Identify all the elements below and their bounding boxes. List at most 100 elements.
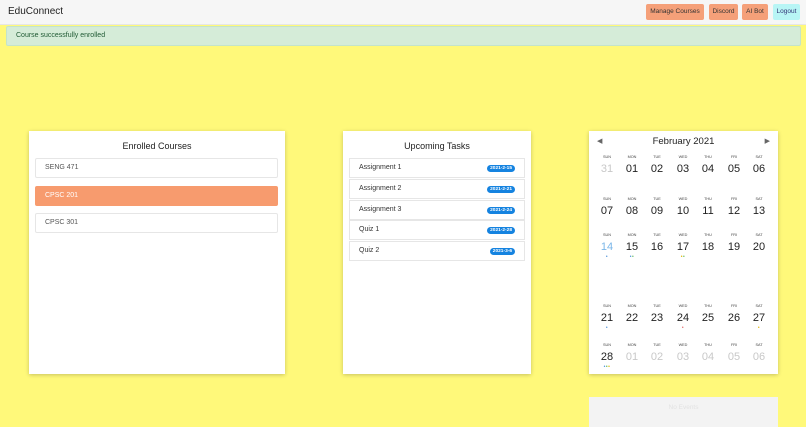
top-navbar: EduConnect Manage Courses Discord AI Bot… xyxy=(0,0,806,25)
task-item[interactable]: Assignment 1 2021-2-15 xyxy=(349,158,525,178)
calendar-day[interactable]: 01 xyxy=(622,351,642,363)
event-indicator-dots: • xyxy=(749,326,769,331)
calendar-day[interactable]: 24 xyxy=(673,312,693,324)
event-dot: • xyxy=(683,254,686,260)
calendar-day[interactable]: 25 xyxy=(698,312,718,324)
calendar-day[interactable]: 06 xyxy=(749,163,769,175)
brand-title[interactable]: EduConnect xyxy=(8,6,63,17)
calendar-card: ◀ February 2021 ▶ No Events SUN 31 MON 01 TU… xyxy=(589,131,778,427)
ai-bot-button[interactable]: AI Bot xyxy=(742,4,768,20)
calendar-day[interactable]: 02 xyxy=(647,163,667,175)
weekday-label: THU xyxy=(704,233,712,237)
calendar-day[interactable]: 01 xyxy=(622,163,642,175)
task-item[interactable]: Assignment 3 2021-2-24 xyxy=(349,200,525,220)
weekday-label: WED xyxy=(678,233,688,237)
weekday-label: FRI xyxy=(730,155,738,159)
weekday-label: WED xyxy=(678,343,688,347)
calendar-day[interactable]: 10 xyxy=(673,205,693,217)
alert-message: Course successfully enrolled xyxy=(16,32,106,39)
calendar-day[interactable]: 04 xyxy=(698,163,718,175)
event-dot: • xyxy=(632,254,635,260)
calendar-day[interactable]: 02 xyxy=(647,351,667,363)
calendar-day[interactable]: 31 xyxy=(597,163,617,175)
weekday-label: TUE xyxy=(653,304,661,308)
weekday-label: SAT xyxy=(755,155,763,159)
no-events-panel: No Events xyxy=(589,397,778,427)
calendar-day[interactable]: 27 xyxy=(749,312,769,324)
task-date-badge: 2021-2-15 xyxy=(487,165,515,172)
weekday-label: TUE xyxy=(653,197,661,201)
event-dot: • xyxy=(608,364,611,370)
weekday-label: SUN xyxy=(602,343,612,347)
calendar-day[interactable]: 15 xyxy=(622,241,642,253)
enrolled-courses-title: Enrolled Courses xyxy=(122,141,192,151)
weekday-label: SUN xyxy=(602,197,612,201)
weekday-label: MON xyxy=(627,197,637,201)
weekday-label: MON xyxy=(627,155,637,159)
calendar-day[interactable]: 08 xyxy=(622,205,642,217)
weekday-label: SAT xyxy=(755,343,763,347)
calendar-day[interactable]: 13 xyxy=(749,205,769,217)
event-dot: • xyxy=(757,325,761,331)
success-alert: Course successfully enrolled xyxy=(6,26,801,46)
calendar-day[interactable]: 26 xyxy=(724,312,744,324)
calendar-day[interactable]: 09 xyxy=(647,205,667,217)
weekday-label: WED xyxy=(678,197,688,201)
calendar-day[interactable]: 18 xyxy=(698,241,718,253)
calendar-day[interactable]: 21 xyxy=(597,312,617,324)
task-item[interactable]: Quiz 1 2021-2-28 xyxy=(349,220,525,240)
calendar-day[interactable]: 06 xyxy=(749,351,769,363)
calendar-month-label: February 2021 xyxy=(652,136,715,147)
task-name: Quiz 1 xyxy=(359,226,380,233)
calendar-day[interactable]: 16 xyxy=(647,241,667,253)
weekday-label: MON xyxy=(627,304,637,308)
calendar-day[interactable]: 12 xyxy=(724,205,744,217)
weekday-label: SAT xyxy=(755,304,763,308)
logout-button[interactable]: Logout xyxy=(773,4,800,20)
calendar-day[interactable]: 04 xyxy=(698,351,718,363)
event-indicator-dots: •• xyxy=(673,255,693,260)
task-date-badge: 2021-2-24 xyxy=(487,207,515,214)
weekday-label: SUN xyxy=(602,155,612,159)
calendar-day[interactable]: 03 xyxy=(673,351,693,363)
task-item[interactable]: Assignment 2 2021-2-21 xyxy=(349,179,525,199)
weekday-label: SUN xyxy=(602,233,612,237)
calendar-day[interactable]: 05 xyxy=(724,351,744,363)
weekday-label: FRI xyxy=(730,304,738,308)
weekday-label: WED xyxy=(678,155,688,159)
weekday-label: THU xyxy=(704,155,712,159)
course-item-seng-471[interactable]: SENG 471 xyxy=(35,158,278,178)
enrolled-courses-card: Enrolled Courses SENG 471 CPSC 201 CPSC … xyxy=(29,131,285,374)
weekday-label: MON xyxy=(627,343,637,347)
task-name: Assignment 1 xyxy=(359,164,402,171)
calendar-day[interactable]: 05 xyxy=(724,163,744,175)
course-item-cpsc-201[interactable]: CPSC 201 xyxy=(35,186,278,206)
weekday-label: THU xyxy=(704,343,712,347)
event-indicator-dots: • xyxy=(673,326,693,331)
upcoming-tasks-card: Upcoming Tasks Assignment 1 2021-2-15 As… xyxy=(343,131,531,374)
calendar-day[interactable]: 28 xyxy=(597,351,617,363)
task-item[interactable]: Quiz 2 2021-3-6 xyxy=(349,241,525,261)
event-indicator-dots: ••• xyxy=(597,365,617,370)
weekday-label: THU xyxy=(704,304,712,308)
discord-button[interactable]: Discord xyxy=(709,4,738,20)
event-indicator-dots: •• xyxy=(622,255,642,260)
course-item-cpsc-301[interactable]: CPSC 301 xyxy=(35,213,278,233)
calendar-day[interactable]: 23 xyxy=(647,312,667,324)
calendar-day[interactable]: 03 xyxy=(673,163,693,175)
calendar-day[interactable]: 11 xyxy=(698,205,718,217)
calendar-day[interactable]: 07 xyxy=(597,205,617,217)
calendar-day[interactable]: 14 xyxy=(597,241,617,253)
calendar-day[interactable]: 22 xyxy=(622,312,642,324)
calendar-day[interactable]: 20 xyxy=(749,241,769,253)
event-dot: • xyxy=(605,254,609,260)
event-indicator-dots: • xyxy=(597,326,617,331)
calendar-day[interactable]: 19 xyxy=(724,241,744,253)
weekday-label: SAT xyxy=(755,233,763,237)
weekday-label: FRI xyxy=(730,343,738,347)
task-date-badge: 2021-2-28 xyxy=(487,227,515,234)
manage-courses-button[interactable]: Manage Courses xyxy=(646,4,704,20)
event-dot: • xyxy=(605,325,609,331)
calendar-day[interactable]: 17 xyxy=(673,241,693,253)
caret-right-icon[interactable]: ▶ xyxy=(765,137,770,145)
